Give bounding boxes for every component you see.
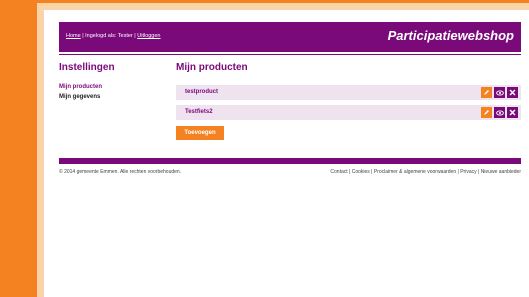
eye-icon (495, 89, 504, 96)
row-actions (481, 87, 518, 98)
footer-link-cookies[interactable]: Cookies (352, 169, 370, 175)
footer-bar (59, 158, 521, 164)
edit-button[interactable] (481, 87, 492, 98)
row-actions (481, 107, 518, 118)
header-divider (59, 54, 521, 55)
footer-link-privacy[interactable]: Privacy (460, 169, 476, 175)
footer-links: Contact | Cookies | Proclaimer & algemen… (330, 169, 521, 175)
footer-link-contact[interactable]: Contact (330, 169, 347, 175)
header-nav: Home | Ingelogd als: Tester | Uitloggen (66, 33, 161, 39)
site-title: Participatiewebshop (387, 28, 514, 43)
pencil-icon (484, 90, 489, 95)
view-button[interactable] (494, 107, 505, 118)
sidebar-item-mijn-producten[interactable]: Mijn producten (59, 84, 102, 90)
eye-icon (495, 109, 504, 116)
sidebar-title: Instellingen (59, 62, 115, 73)
page-title: Mijn producten (176, 62, 248, 73)
product-row: testproduct (176, 85, 521, 100)
product-row: Testfiets2 (176, 105, 521, 120)
close-icon (509, 109, 516, 116)
edit-button[interactable] (481, 107, 492, 118)
sidebar-item-mijn-gegevens[interactable]: Mijn gegevens (59, 94, 100, 100)
footer-link-nieuwe-aanbieder[interactable]: Nieuwe aanbieder (481, 169, 521, 175)
delete-button[interactable] (507, 107, 518, 118)
delete-button[interactable] (507, 87, 518, 98)
footer-link-proclaimer[interactable]: Proclaimer & algemene voorwaarden (374, 169, 456, 175)
header-bar: Home | Ingelogd als: Tester | Uitloggen … (59, 22, 521, 52)
close-icon (509, 89, 516, 96)
home-link[interactable]: Home (66, 33, 81, 39)
page-content: Home | Ingelogd als: Tester | Uitloggen … (44, 10, 529, 297)
add-product-button[interactable]: Toevoegen (176, 126, 224, 140)
view-button[interactable] (494, 87, 505, 98)
logged-in-text: | Ingelogd als: Tester | (80, 33, 138, 39)
product-name: Testfiets2 (185, 109, 213, 115)
pencil-icon (484, 110, 489, 115)
footer-copyright: © 2014 gemeente Emmen. Alle rechten voor… (59, 169, 182, 175)
logout-link[interactable]: Uitloggen (137, 33, 160, 39)
product-name: testproduct (185, 89, 218, 95)
